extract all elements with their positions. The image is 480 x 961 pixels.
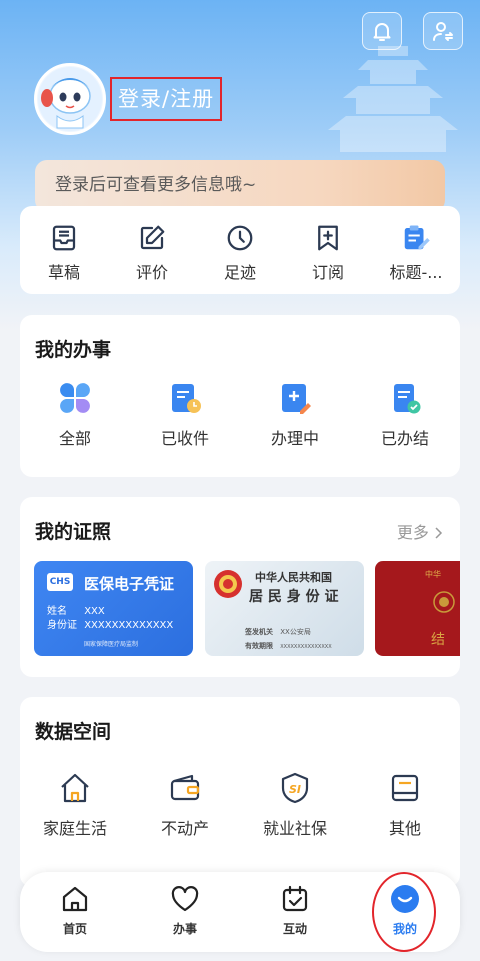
mascot-avatar-icon [38,67,102,131]
data-space-label: 不动产 [160,819,209,838]
clipboard-edit-icon [404,225,430,250]
calendar-check-icon [282,885,308,912]
tab-home[interactable]: 首页 [20,872,130,952]
grid-petals-icon [60,383,90,413]
user-switch-icon [433,22,453,41]
tab-label: 办事 [172,922,197,936]
id-card-title: 居 民 身 份 证 [249,589,339,605]
my-affairs-title: 我的办事 [35,339,112,361]
quick-link-history[interactable]: 足迹 [196,206,284,294]
house-icon [61,773,89,803]
home-icon [62,886,88,912]
national-emblem-icon [214,570,242,598]
quick-link-label: 订阅 [311,263,344,282]
affairs-label: 全部 [58,429,91,448]
affairs-in-progress[interactable]: 办理中 [240,381,350,449]
affairs-label: 已办结 [380,429,429,448]
affairs-all[interactable]: 全部 [20,381,130,449]
book-icon [391,774,419,802]
switch-user-button[interactable] [423,12,463,50]
id-card-country: 中华人民共和国 [255,571,332,584]
my-certificates-card: 我的证照 更多 CHS 医保电子凭证 姓名 XXX 身份证 XXXXXXXXXX… [20,497,460,677]
affairs-label: 办理中 [270,429,319,448]
affairs-label: 已收件 [160,429,209,448]
data-space-card: 数据空间 家庭生活 不动产 SI 就业社保 其他 [20,697,460,887]
tab-affairs[interactable]: 办事 [130,872,240,952]
shield-si-icon: SI [281,772,309,804]
data-space-property[interactable]: 不动产 [130,771,240,839]
quick-link-subscriptions[interactable]: 订阅 [284,206,372,294]
third-certificate-card[interactable]: 中华 结 [375,561,460,656]
tab-interaction[interactable]: 互动 [240,872,350,952]
third-cert-bottom-text: 结 [431,632,445,648]
wallet-icon [170,774,200,801]
data-space-title: 数据空间 [35,721,112,743]
si-text: SI [289,783,301,796]
my-affairs-card: 我的办事 全部 已收件 办理中 已办结 [20,315,460,477]
data-space-home[interactable]: 家庭生活 [20,771,130,839]
data-space-label: 就业社保 [262,819,327,838]
tab-label: 首页 [62,922,87,936]
resident-id-card[interactable]: 中华人民共和国 居 民 身 份 证 签发机关 XX公安局 有效期限 XXXXXX… [205,561,364,656]
login-promo-banner[interactable]: 登录后可查看更多信息哦~ [35,160,445,212]
more-certificates-link[interactable]: 更多 [397,519,444,543]
more-label: 更多 [396,523,429,542]
id-value: XXXXXXXXXXXXX [84,620,174,631]
data-space-social-security[interactable]: SI 就业社保 [240,771,350,839]
tab-label: 互动 [282,922,307,936]
medical-card-footer: 国家保障医疗局监制 [84,641,139,648]
document-check-icon [394,384,421,414]
document-pen-icon [282,384,311,414]
data-space-label: 家庭生活 [42,819,107,838]
heart-icon [171,886,199,912]
active-tab-highlight-ring [372,872,436,952]
quick-link-label: 草稿 [47,263,80,282]
edit-icon [140,225,165,250]
medical-insurance-card[interactable]: CHS 医保电子凭证 姓名 XXX 身份证 XXXXXXXXXXXXX 国家保障… [34,561,193,656]
quick-link-label: 标题-... [389,263,443,282]
bookmark-add-icon [318,225,338,251]
quick-link-label: 足迹 [223,263,256,282]
avatar[interactable] [34,63,106,135]
authority-value: XX公安局 [280,628,311,636]
document-clock-icon [172,384,201,413]
quick-links-card: 草稿 评价 足迹 订阅 标题-... [20,206,460,294]
valid-label: 有效期限 [245,642,273,650]
chevron-right-icon [435,527,443,539]
bell-icon [373,23,391,41]
clock-icon [227,225,253,251]
authority-label: 签发机关 [245,628,273,636]
gold-emblem-icon [433,591,455,613]
login-register-link[interactable]: 登录/注册 [110,77,223,121]
quick-link-label: 评价 [135,263,168,282]
quick-link-title[interactable]: 标题-... [372,206,460,294]
quick-link-reviews[interactable]: 评价 [108,206,196,294]
my-certificates-title: 我的证照 [35,521,112,543]
quick-link-drafts[interactable]: 草稿 [20,206,108,294]
id-label: 身份证 [47,620,77,631]
medical-card-title: 医保电子凭证 [84,575,175,593]
notification-button[interactable] [362,12,402,50]
inbox-icon [52,225,76,251]
affairs-completed[interactable]: 已办结 [350,381,460,449]
temple-watermark-icon [328,46,458,152]
data-space-other[interactable]: 其他 [350,771,460,839]
data-space-label: 其他 [388,819,421,838]
valid-value: XXXXXXXXXXXXXXX [280,644,332,650]
third-cert-top-text: 中华 [425,570,441,579]
affairs-received[interactable]: 已收件 [130,381,240,449]
chs-logo: CHS [47,573,73,591]
